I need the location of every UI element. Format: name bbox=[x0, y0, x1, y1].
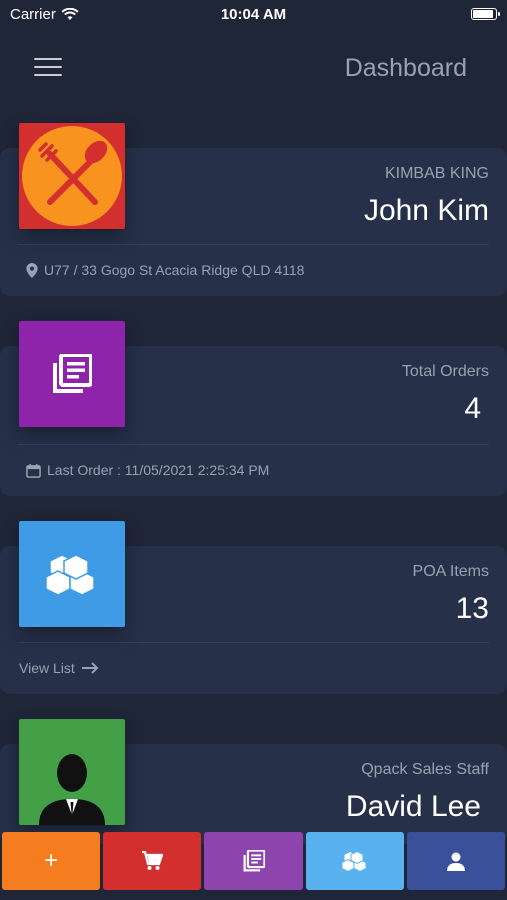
store-name-label: KIMBAB KING bbox=[384, 165, 489, 182]
staff-role-label: Qpack Sales Staff bbox=[361, 761, 489, 778]
cubes-icon bbox=[45, 554, 95, 595]
orders-icon-tile bbox=[19, 321, 125, 427]
tab-add[interactable]: + bbox=[2, 832, 101, 890]
cart-icon bbox=[142, 851, 164, 870]
store-address-row: U77 / 33 Gogo St Acacia Ridge QLD 4118 bbox=[26, 262, 304, 278]
poa-icon-tile bbox=[19, 521, 125, 627]
hamburger-menu-icon[interactable] bbox=[34, 58, 62, 78]
staff-avatar-icon bbox=[39, 754, 105, 825]
orders-list-icon bbox=[243, 850, 265, 872]
tab-orders[interactable] bbox=[204, 832, 303, 890]
wifi-icon bbox=[61, 7, 79, 20]
plus-icon: + bbox=[44, 847, 59, 874]
view-list-link[interactable]: View List bbox=[19, 660, 99, 676]
card-divider bbox=[18, 642, 489, 643]
last-order-row: Last Order : 11/05/2021 2:25:34 PM bbox=[26, 462, 269, 478]
staff-icon-tile bbox=[19, 719, 125, 825]
status-bar: Carrier 10:04 AM bbox=[0, 0, 507, 28]
poa-items-value: 13 bbox=[455, 592, 489, 625]
tab-profile[interactable] bbox=[406, 832, 506, 890]
calendar-icon bbox=[26, 463, 41, 478]
total-orders-label: Total Orders bbox=[401, 363, 489, 380]
orders-list-icon bbox=[53, 354, 92, 393]
poa-items-label: POA Items bbox=[412, 563, 489, 580]
staff-name: David Lee bbox=[345, 790, 481, 823]
battery-icon bbox=[471, 8, 500, 20]
total-orders-value: 4 bbox=[464, 392, 481, 425]
carrier-label: Carrier bbox=[10, 5, 56, 23]
owner-name: John Kim bbox=[363, 194, 489, 227]
store-icon-tile bbox=[19, 123, 125, 229]
tab-cart[interactable] bbox=[103, 832, 202, 890]
store-address: U77 / 33 Gogo St Acacia Ridge QLD 4118 bbox=[44, 262, 305, 278]
view-list-label: View List bbox=[19, 660, 75, 676]
page-title: Dashboard bbox=[344, 54, 467, 82]
tab-poa-items[interactable] bbox=[305, 832, 404, 890]
card-divider bbox=[18, 244, 489, 245]
bottom-tab-bar: + bbox=[0, 832, 507, 892]
person-icon bbox=[446, 852, 465, 871]
card-divider bbox=[18, 444, 489, 445]
fork-spoon-icon bbox=[22, 126, 122, 226]
last-order-text: Last Order : 11/05/2021 2:25:34 PM bbox=[47, 462, 270, 478]
cubes-icon bbox=[341, 850, 367, 872]
carrier-group: Carrier bbox=[10, 6, 79, 23]
location-pin-icon bbox=[26, 262, 38, 278]
arrow-right-icon bbox=[81, 662, 99, 674]
nav-bar: Dashboard bbox=[0, 40, 507, 98]
